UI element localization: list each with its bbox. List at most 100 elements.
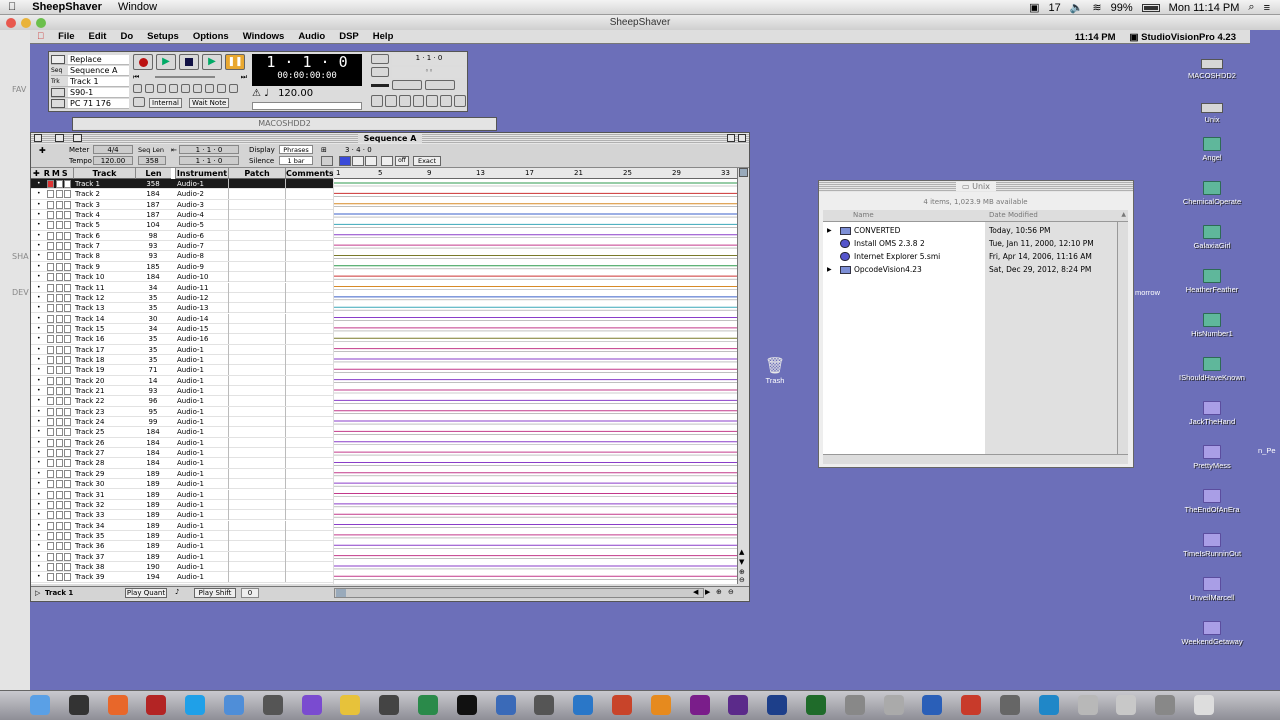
mute-toggle[interactable] (56, 211, 63, 220)
track-name[interactable]: Track 8 (75, 251, 100, 261)
track-name[interactable]: Track 22 (75, 396, 104, 406)
track-name[interactable]: Track 33 (75, 510, 104, 520)
app-icon[interactable] (1116, 695, 1137, 715)
track-name[interactable]: Track 11 (75, 283, 104, 293)
record-enable-icon[interactable] (47, 521, 54, 530)
track-row[interactable]: • Track 20 14 Audio-1 (31, 375, 333, 386)
sync-mode[interactable]: Internal (149, 98, 182, 108)
track-row[interactable]: • Track 17 35 Audio-1 (31, 344, 333, 355)
track-instrument[interactable]: Audio-1 (177, 562, 204, 572)
play-enable-icon[interactable]: • (37, 572, 41, 582)
play-enable-icon[interactable]: • (37, 179, 41, 189)
play-enable-icon[interactable]: • (37, 500, 41, 510)
track-row[interactable]: • Track 22 96 Audio-1 (31, 396, 333, 407)
track-name[interactable]: Track 23 (75, 407, 104, 417)
mute-toggle[interactable] (56, 221, 63, 230)
mute-toggle[interactable] (56, 573, 63, 582)
track-name[interactable]: Track 10 (75, 272, 104, 282)
solo-toggle[interactable] (64, 490, 71, 499)
track-row[interactable]: • Track 13 35 Audio-13 (31, 303, 333, 314)
app-icon[interactable] (1077, 695, 1098, 715)
track-row[interactable]: • Track 2 184 Audio-2 (31, 189, 333, 200)
menu-do[interactable]: Do (113, 31, 140, 42)
col-date[interactable]: Date Modified (989, 211, 1038, 219)
disclosure-icon[interactable]: ▶ (827, 263, 832, 276)
file-row[interactable]: ▶ OpcodeVision4.23 Sat, Dec 29, 2012, 8:24… (823, 263, 1128, 276)
track-instrument[interactable]: Audio-3 (177, 200, 204, 210)
play-enable-icon[interactable]: • (37, 345, 41, 355)
apple-menu-icon[interactable]:  (30, 31, 51, 42)
track-instrument[interactable]: Audio-7 (177, 241, 204, 251)
solo-toggle[interactable] (64, 283, 71, 292)
track-name[interactable]: Track 24 (75, 417, 104, 427)
track-instrument[interactable]: Audio-1 (177, 541, 204, 551)
battery-percent[interactable]: 99% (1111, 2, 1133, 14)
mute-toggle[interactable] (56, 428, 63, 437)
horizontal-scrollbar[interactable] (334, 588, 704, 598)
track-instrument[interactable]: Audio-1 (177, 365, 204, 375)
track-instrument[interactable]: Audio-1 (177, 500, 204, 510)
track-row[interactable]: • Track 14 30 Audio-14 (31, 313, 333, 324)
play-enable-icon[interactable]: • (37, 303, 41, 313)
mute-toggle[interactable] (56, 521, 63, 530)
mute-toggle[interactable] (56, 407, 63, 416)
zoom-icon[interactable] (36, 18, 46, 28)
track-name[interactable]: Track 26 (75, 438, 104, 448)
track-row[interactable]: • Track 32 189 Audio-1 (31, 499, 333, 511)
track-row[interactable]: • Track 11 34 Audio-11 (31, 282, 333, 293)
record-enable-icon[interactable] (47, 324, 54, 333)
unix-hscrollbar[interactable] (823, 454, 1128, 464)
mute-toggle[interactable] (56, 500, 63, 509)
mute-toggle[interactable] (56, 552, 63, 561)
track-row[interactable]: • Track 12 35 Audio-12 (31, 292, 333, 304)
play-enable-icon[interactable]: • (37, 458, 41, 468)
track-name[interactable]: Track 39 (75, 572, 104, 582)
track-row[interactable]: • Track 9 185 Audio-9 (31, 261, 333, 273)
play-enable-icon[interactable]: • (37, 262, 41, 272)
menu-audio[interactable]: Audio (291, 31, 332, 42)
record-enable-icon[interactable] (47, 469, 54, 478)
mute-toggle[interactable] (56, 283, 63, 292)
track-instrument[interactable]: Audio-1 (177, 490, 204, 500)
menu-dsp[interactable]: DSP (332, 31, 366, 42)
menu-windows[interactable]: Windows (236, 31, 292, 42)
record-enable-icon[interactable] (47, 428, 54, 437)
track-instrument[interactable]: Audio-9 (177, 262, 204, 272)
solo-toggle[interactable] (64, 573, 71, 582)
track-row[interactable]: • Track 26 184 Audio-1 (31, 437, 333, 449)
solo-toggle[interactable] (64, 376, 71, 385)
mute-toggle[interactable] (56, 242, 63, 251)
track-name[interactable]: Track 17 (75, 345, 104, 355)
track-name[interactable]: Track 30 (75, 479, 104, 489)
minimize-icon[interactable] (21, 18, 31, 28)
track-name[interactable]: Track 2 (75, 189, 100, 199)
track-name[interactable]: Track 27 (75, 448, 104, 458)
record-enable-icon[interactable] (47, 562, 54, 571)
record-enable-icon[interactable] (47, 335, 54, 344)
transport-window[interactable]: Replace Seq Sequence A Trk Track 1 S90-1 P… (48, 51, 468, 112)
play-enable-icon[interactable]: • (37, 324, 41, 334)
locator-button[interactable] (205, 84, 214, 93)
stop-button[interactable] (179, 54, 199, 70)
wait-note[interactable]: Wait Note (189, 98, 230, 108)
search-icon[interactable]: ⌕ (1248, 1, 1254, 14)
app-icon[interactable] (1000, 695, 1020, 715)
solo-toggle[interactable] (64, 449, 71, 458)
col-name[interactable]: Name (853, 211, 874, 219)
record-enable-icon[interactable] (47, 552, 54, 561)
track-row[interactable]: • Track 33 189 Audio-1 (31, 510, 333, 521)
mute-toggle[interactable] (56, 459, 63, 468)
record-enable-icon[interactable] (47, 366, 54, 375)
unix-scrollbar[interactable] (1117, 222, 1128, 454)
piano-icon[interactable] (68, 695, 89, 715)
app-icon[interactable] (262, 695, 283, 715)
close-box-icon[interactable] (34, 134, 42, 142)
track-instrument[interactable]: Audio-1 (177, 458, 204, 468)
solo-toggle[interactable] (64, 252, 71, 261)
play-enable-icon[interactable]: • (37, 469, 41, 479)
desktop-icon[interactable]: WeekendGetaway (1172, 621, 1252, 646)
app-switcher[interactable]: ▣ StudioVisionPro 4.23 (1130, 32, 1236, 43)
play-enable-icon[interactable]: • (37, 531, 41, 541)
record-enable-icon[interactable] (47, 490, 54, 499)
mute-toggle[interactable] (56, 335, 63, 344)
